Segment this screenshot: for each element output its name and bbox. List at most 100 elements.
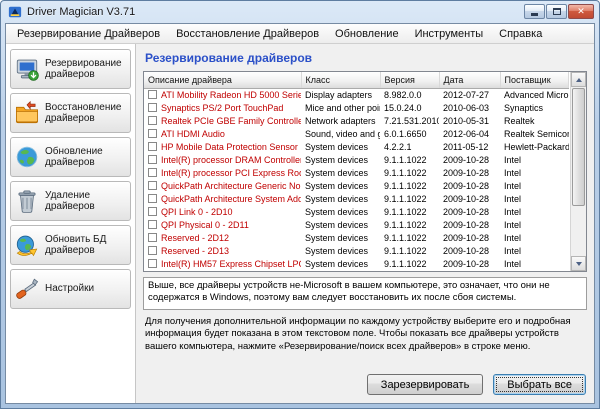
- driver-class: System devices: [301, 218, 380, 231]
- sidebar-item-backup-drivers[interactable]: Резервирование драйверов: [10, 49, 131, 89]
- row-checkbox[interactable]: [148, 116, 157, 125]
- sidebar: Резервирование драйверов Восстановление …: [6, 44, 136, 403]
- column-header-version[interactable]: Версия: [380, 72, 439, 88]
- row-checkbox[interactable]: [148, 220, 157, 229]
- column-header-vendor[interactable]: Поставщик: [500, 72, 569, 88]
- driver-date: 2009-10-28: [439, 231, 500, 244]
- menu-item-update[interactable]: Обновление: [327, 26, 407, 42]
- scroll-down-icon[interactable]: [571, 256, 586, 271]
- table-header-row: Описание драйвера Класс Версия Дата Пост…: [144, 72, 569, 88]
- driver-class: System devices: [301, 179, 380, 192]
- driver-version: 9.1.1.1022: [380, 257, 439, 270]
- driver-name: QuickPath Architecture System Address ..…: [161, 194, 301, 204]
- menu-item-backup-drivers[interactable]: Резервирование Драйверов: [9, 26, 168, 42]
- instruction-text: Для получения дополнительной информации …: [145, 316, 585, 353]
- driver-vendor: Realtek Semicondu...: [500, 127, 569, 140]
- sidebar-item-remove-drivers[interactable]: Удаление драйверов: [10, 181, 131, 221]
- close-button[interactable]: ✕: [568, 4, 594, 19]
- driver-version: 8.982.0.0: [380, 88, 439, 101]
- driver-version: 9.1.1.1022: [380, 153, 439, 166]
- row-checkbox[interactable]: [148, 142, 157, 151]
- row-checkbox[interactable]: [148, 90, 157, 99]
- row-checkbox[interactable]: [148, 246, 157, 255]
- driver-table: Описание драйвера Класс Версия Дата Пост…: [143, 71, 587, 272]
- sidebar-item-label: Удаление драйверов: [45, 190, 127, 212]
- select-all-button[interactable]: Выбрать все: [493, 374, 586, 395]
- driver-version: 6.0.1.6650: [380, 127, 439, 140]
- driver-vendor: Advanced Micro D...: [500, 88, 569, 101]
- menu-item-restore-drivers[interactable]: Восстановление Драйверов: [168, 26, 327, 42]
- row-checkbox[interactable]: [148, 233, 157, 242]
- table-row[interactable]: QuickPath Architecture System Address ..…: [144, 192, 569, 205]
- table-row[interactable]: ATI Mobility Radeon HD 5000 Series Displ…: [144, 88, 569, 101]
- scrollbar-thumb[interactable]: [572, 88, 585, 206]
- title-bar[interactable]: Driver Magician V3.71 ✕: [1, 1, 599, 22]
- minimize-button[interactable]: [524, 4, 545, 19]
- update-db-icon: [14, 232, 40, 258]
- table-row[interactable]: Intel(R) processor PCI Express Root Port…: [144, 166, 569, 179]
- sidebar-item-label: Настройки: [45, 283, 94, 294]
- app-icon: [8, 5, 22, 19]
- sidebar-item-update-db[interactable]: Обновить БД драйверов: [10, 225, 131, 265]
- table-row[interactable]: QuickPath Architecture Generic Non-core.…: [144, 179, 569, 192]
- column-header-date[interactable]: Дата: [439, 72, 500, 88]
- row-checkbox[interactable]: [148, 129, 157, 138]
- driver-date: 2009-10-28: [439, 244, 500, 257]
- sidebar-item-restore-drivers[interactable]: Восстановление драйверов: [10, 93, 131, 133]
- table-scrollbar[interactable]: [570, 72, 586, 271]
- maximize-button[interactable]: [546, 4, 567, 19]
- driver-date: 2009-10-28: [439, 153, 500, 166]
- driver-version: 15.0.24.0: [380, 101, 439, 114]
- menu-item-tools[interactable]: Инструменты: [407, 26, 492, 42]
- table-row[interactable]: Reserved - 2D12 System devices 9.1.1.102…: [144, 231, 569, 244]
- driver-table-body: ATI Mobility Radeon HD 5000 Series Displ…: [144, 88, 569, 270]
- driver-version: 9.1.1.1022: [380, 218, 439, 231]
- table-row[interactable]: Realtek PCIe GBE Family Controller Netwo…: [144, 114, 569, 127]
- scroll-up-icon[interactable]: [571, 72, 586, 87]
- row-checkbox[interactable]: [148, 155, 157, 164]
- backup-button[interactable]: Зарезервировать: [367, 374, 484, 395]
- sidebar-item-label: Восстановление драйверов: [45, 102, 127, 124]
- remove-drivers-icon: [14, 188, 40, 214]
- driver-vendor: Intel: [500, 257, 569, 270]
- row-checkbox[interactable]: [148, 181, 157, 190]
- row-checkbox[interactable]: [148, 207, 157, 216]
- driver-vendor: Intel: [500, 153, 569, 166]
- row-checkbox[interactable]: [148, 194, 157, 203]
- row-checkbox[interactable]: [148, 103, 157, 112]
- driver-class: System devices: [301, 140, 380, 153]
- table-row[interactable]: HP Mobile Data Protection Sensor System …: [144, 140, 569, 153]
- table-row[interactable]: Intel(R) processor DRAM Controller - 004…: [144, 153, 569, 166]
- window-title: Driver Magician V3.71: [27, 6, 135, 18]
- table-row[interactable]: Reserved - 2D13 System devices 9.1.1.102…: [144, 244, 569, 257]
- driver-date: 2010-06-03: [439, 101, 500, 114]
- row-checkbox[interactable]: [148, 259, 157, 268]
- column-header-class[interactable]: Класс: [301, 72, 380, 88]
- driver-name: ATI HDMI Audio: [161, 129, 225, 139]
- close-icon: ✕: [577, 7, 585, 16]
- driver-class: System devices: [301, 166, 380, 179]
- column-header-description[interactable]: Описание драйвера: [144, 72, 301, 88]
- window-controls: ✕: [524, 4, 594, 19]
- driver-name: Intel(R) HM57 Express Chipset LPC Interf…: [161, 259, 301, 269]
- driver-name: Realtek PCIe GBE Family Controller: [161, 116, 301, 126]
- sidebar-item-settings[interactable]: Настройки: [10, 269, 131, 309]
- table-row[interactable]: Synaptics PS/2 Port TouchPad Mice and ot…: [144, 101, 569, 114]
- main-panel: Резервирование драйверов Описание драйве…: [136, 44, 594, 403]
- driver-version: 9.1.1.1022: [380, 231, 439, 244]
- driver-vendor: Realtek: [500, 114, 569, 127]
- sidebar-item-label: Резервирование драйверов: [45, 58, 127, 80]
- driver-name: Reserved - 2D12: [161, 233, 229, 243]
- table-row[interactable]: QPI Physical 0 - 2D11 System devices 9.1…: [144, 218, 569, 231]
- table-row[interactable]: Intel(R) HM57 Express Chipset LPC Interf…: [144, 257, 569, 270]
- table-row[interactable]: QPI Link 0 - 2D10 System devices 9.1.1.1…: [144, 205, 569, 218]
- menu-bar: Резервирование Драйверов Восстановление …: [6, 24, 594, 44]
- driver-class: System devices: [301, 192, 380, 205]
- table-row[interactable]: ATI HDMI Audio Sound, video and g... 6.0…: [144, 127, 569, 140]
- restore-drivers-icon: [14, 100, 40, 126]
- driver-date: 2009-10-28: [439, 179, 500, 192]
- menu-item-help[interactable]: Справка: [491, 26, 550, 42]
- row-checkbox[interactable]: [148, 168, 157, 177]
- driver-version: 7.21.531.2010: [380, 114, 439, 127]
- sidebar-item-update-drivers[interactable]: Обновление драйверов: [10, 137, 131, 177]
